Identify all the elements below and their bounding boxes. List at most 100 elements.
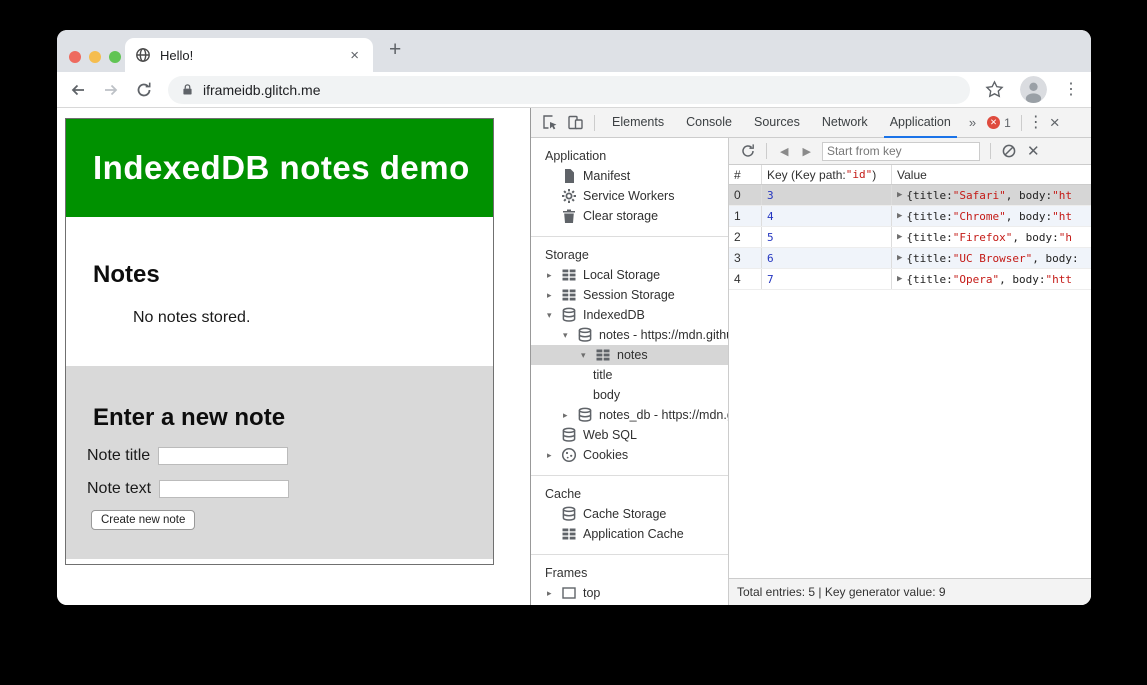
- devtools-tabbar: ElementsConsoleSourcesNetworkApplication…: [531, 108, 1091, 138]
- clear-object-store-icon[interactable]: [1001, 143, 1017, 159]
- sidebar-item-clear-storage[interactable]: Clear storage: [531, 206, 728, 226]
- database-icon: [561, 506, 577, 522]
- trash-icon: [561, 208, 577, 224]
- sidebar-item-notes-db-https-mdn-git[interactable]: ▸notes_db - https://mdn.git: [531, 405, 728, 425]
- sidebar-item-cookies[interactable]: ▸Cookies: [531, 445, 728, 465]
- close-window-button[interactable]: [69, 51, 81, 63]
- chevron-down-icon[interactable]: ▾: [547, 310, 561, 321]
- table-row[interactable]: 14▶{title: "Chrome", body: "ht: [729, 206, 1091, 227]
- row-index: 2: [729, 227, 762, 247]
- row-value: ▶{title: "Safari", body: "ht: [892, 185, 1091, 205]
- notes-empty-message: No notes stored.: [66, 289, 493, 327]
- column-header-index[interactable]: #: [729, 165, 762, 184]
- chevron-right-icon[interactable]: ▸: [547, 588, 561, 599]
- tab-sources[interactable]: Sources: [743, 108, 811, 138]
- sidebar-item-service-workers[interactable]: Service Workers: [531, 186, 728, 206]
- note-title-input[interactable]: [158, 447, 288, 465]
- row-index: 0: [729, 185, 762, 205]
- grid-empty-area: [729, 290, 1091, 578]
- error-badge[interactable]: ✕ 1: [983, 116, 1015, 130]
- chevron-right-icon[interactable]: ▸: [547, 290, 561, 301]
- web-page: IndexedDB notes demo Notes No notes stor…: [57, 108, 530, 605]
- table-row[interactable]: 47▶{title: "Opera", body: "htt: [729, 269, 1091, 290]
- tab-title: Hello!: [160, 48, 346, 63]
- table-row[interactable]: 36▶{title: "UC Browser", body:: [729, 248, 1091, 269]
- divider: [766, 143, 767, 159]
- refresh-icon[interactable]: [740, 143, 756, 159]
- sidebar-item-web-sql[interactable]: Web SQL: [531, 425, 728, 445]
- note-text-input[interactable]: [159, 480, 289, 498]
- column-header-value[interactable]: Value: [892, 165, 1091, 184]
- forward-icon[interactable]: [102, 81, 120, 99]
- tab-console[interactable]: Console: [675, 108, 743, 138]
- sidebar-item-notes[interactable]: ▾notes: [531, 345, 728, 365]
- browser-tab[interactable]: Hello! ×: [125, 38, 373, 72]
- expand-arrow-icon[interactable]: ▶: [897, 232, 902, 242]
- table-icon: [561, 287, 577, 303]
- table-row[interactable]: 03▶{title: "Safari", body: "ht: [729, 185, 1091, 206]
- devtools-close-icon[interactable]: ×: [1044, 114, 1066, 131]
- database-icon: [577, 407, 593, 423]
- browser-menu-icon[interactable]: ⋮: [1063, 82, 1079, 98]
- sidebar-item-title[interactable]: title: [531, 365, 728, 385]
- traffic-lights: [69, 51, 121, 63]
- chevron-right-icon[interactable]: ▸: [563, 410, 577, 421]
- sidebar-item-notes-https-mdn-github[interactable]: ▾notes - https://mdn.github: [531, 325, 728, 345]
- expand-arrow-icon[interactable]: ▶: [897, 211, 902, 221]
- inspect-element-icon[interactable]: [542, 114, 559, 131]
- new-tab-button[interactable]: +: [389, 38, 401, 62]
- avatar[interactable]: [1020, 76, 1047, 103]
- page-title: IndexedDB notes demo: [93, 149, 470, 187]
- section-title: Cache: [531, 484, 728, 504]
- sidebar-item-label: Session Storage: [583, 288, 675, 302]
- expand-arrow-icon[interactable]: ▶: [897, 274, 902, 284]
- sidebar-item-session-storage[interactable]: ▸ Session Storage: [531, 285, 728, 305]
- delete-selected-icon[interactable]: ✕: [1021, 142, 1046, 160]
- expand-arrow-icon[interactable]: ▶: [897, 190, 902, 200]
- tab-network[interactable]: Network: [811, 108, 879, 138]
- sidebar-item-cache-storage[interactable]: Cache Storage: [531, 504, 728, 524]
- sidebar-item-label: body: [593, 388, 620, 402]
- more-tabs-icon[interactable]: »: [962, 115, 983, 130]
- devtools-menu-icon[interactable]: ⋮: [1028, 115, 1044, 131]
- minimize-window-button[interactable]: [89, 51, 101, 63]
- start-from-key-input[interactable]: [822, 142, 980, 161]
- create-note-button[interactable]: Create new note: [91, 510, 195, 530]
- sidebar-item-manifest[interactable]: Manifest: [531, 166, 728, 186]
- sidebar-item-label: Clear storage: [583, 209, 658, 223]
- sidebar-item-body[interactable]: body: [531, 385, 728, 405]
- prev-page-icon[interactable]: ◀: [773, 145, 795, 158]
- address-bar[interactable]: iframeidb.glitch.me: [168, 76, 970, 104]
- frame-icon: [561, 585, 577, 601]
- row-index: 3: [729, 248, 762, 268]
- row-key: 4: [762, 206, 892, 226]
- zoom-window-button[interactable]: [109, 51, 121, 63]
- grid-rows: 03▶{title: "Safari", body: "ht14▶{title:…: [729, 185, 1091, 290]
- error-icon: ✕: [987, 116, 1000, 129]
- row-value: ▶{title: "UC Browser", body:: [892, 248, 1091, 268]
- reload-icon[interactable]: [135, 81, 153, 99]
- chevron-down-icon[interactable]: ▾: [563, 330, 577, 341]
- sidebar-item-local-storage[interactable]: ▸Local Storage: [531, 265, 728, 285]
- tab-close-icon[interactable]: ×: [346, 46, 363, 65]
- bookmark-star-icon[interactable]: [985, 80, 1004, 99]
- tab-application[interactable]: Application: [879, 108, 962, 138]
- sidebar-item-label: IndexedDB: [583, 308, 645, 322]
- device-toolbar-icon[interactable]: [567, 114, 584, 131]
- sidebar-item-indexeddb[interactable]: ▾ IndexedDB: [531, 305, 728, 325]
- chevron-right-icon[interactable]: ▸: [547, 270, 561, 281]
- expand-arrow-icon[interactable]: ▶: [897, 253, 902, 263]
- chevron-right-icon[interactable]: ▸: [547, 450, 561, 461]
- section-title: Storage: [531, 245, 728, 265]
- chevron-down-icon[interactable]: ▾: [581, 350, 595, 361]
- sidebar-item-application-cache[interactable]: Application Cache: [531, 524, 728, 544]
- column-header-key[interactable]: Key (Key path: "id"): [762, 165, 892, 184]
- sidebar-item-label: Web SQL: [583, 428, 637, 442]
- sidebar-item-top[interactable]: ▸top: [531, 583, 728, 603]
- tab-elements[interactable]: Elements: [601, 108, 675, 138]
- divider: [990, 143, 991, 159]
- next-page-icon[interactable]: ▶: [795, 145, 817, 158]
- back-icon[interactable]: [69, 81, 87, 99]
- table-row[interactable]: 25▶{title: "Firefox", body: "h: [729, 227, 1091, 248]
- database-icon: [577, 327, 593, 343]
